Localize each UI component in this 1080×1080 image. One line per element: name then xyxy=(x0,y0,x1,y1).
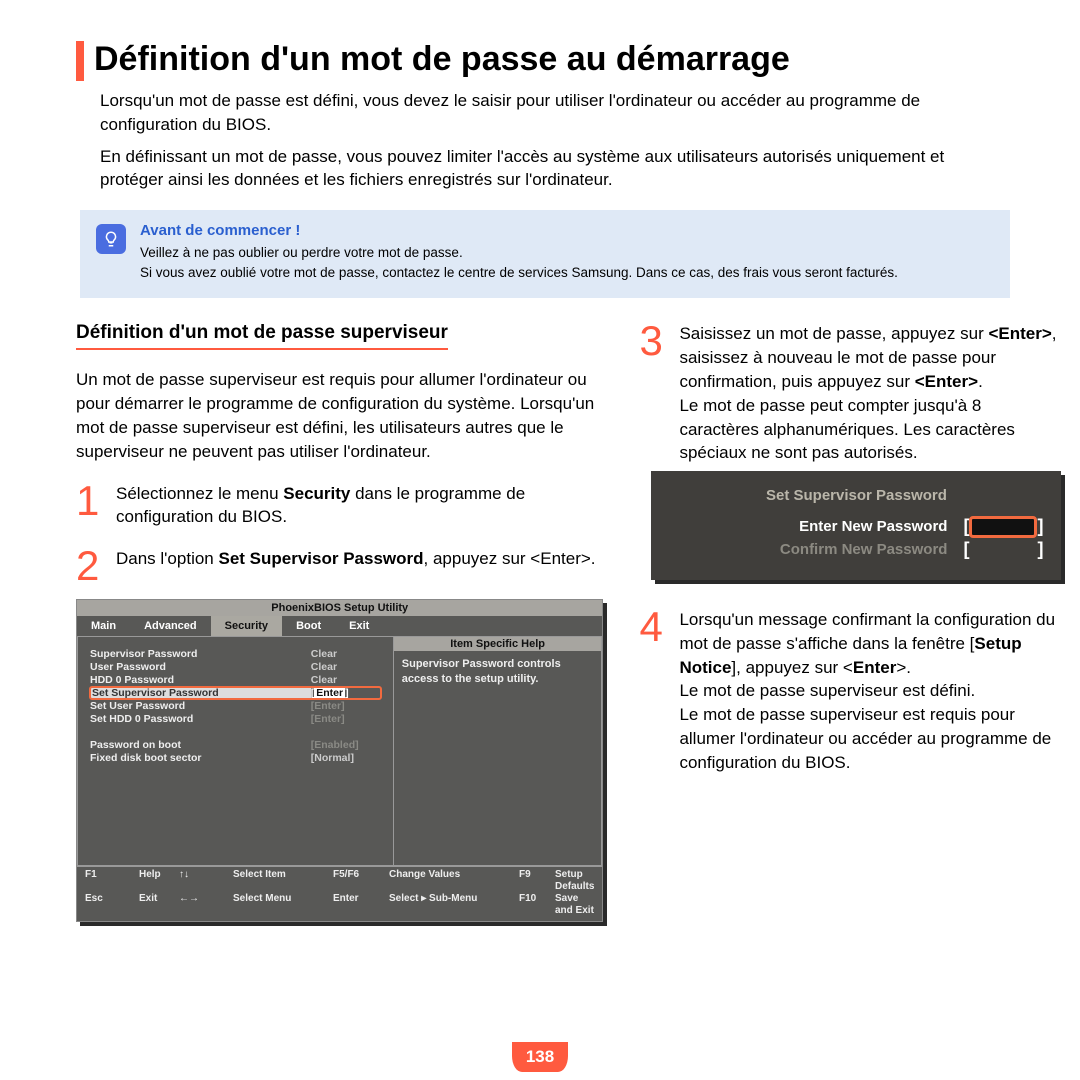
bios-row: Fixed disk boot sector[Normal] xyxy=(90,752,381,764)
step-body: Saisissez un mot de passe, appuyez sur <… xyxy=(679,322,1061,465)
bios-row: User PasswordClear xyxy=(90,661,381,673)
bios-row: Set HDD 0 Password[Enter] xyxy=(90,713,381,725)
set-password-dialog: Set Supervisor Password Enter New Passwo… xyxy=(651,471,1061,580)
step-4: 4 Lorsqu'un message confirmant la config… xyxy=(639,608,1061,775)
step-body: Sélectionnez le menu Security dans le pr… xyxy=(116,482,603,530)
bios-tab-exit: Exit xyxy=(335,616,383,636)
lightbulb-icon xyxy=(96,224,126,254)
step-1: 1 Sélectionnez le menu Security dans le … xyxy=(76,482,603,530)
step-number: 1 xyxy=(76,482,106,530)
bios-tab-boot: Boot xyxy=(282,616,335,636)
dialog-title: Set Supervisor Password xyxy=(669,487,1043,504)
bios-footer: F1Help ↑↓Select Item F5/F6Change Values … xyxy=(77,866,602,921)
bios-left-panel: Supervisor PasswordClear User PasswordCl… xyxy=(77,636,393,866)
step-3: 3 Saisissez un mot de passe, appuyez sur… xyxy=(639,322,1061,465)
step-number: 2 xyxy=(76,547,106,585)
dialog-row-enter: Enter New Password [] xyxy=(669,516,1043,537)
section-intro: Un mot de passe superviseur est requis p… xyxy=(76,368,603,463)
dialog-row-confirm: Confirm New Password [] xyxy=(669,539,1043,560)
step-number: 4 xyxy=(639,608,669,775)
bios-screenshot: PhoenixBIOS Setup Utility Main Advanced … xyxy=(76,599,603,922)
step-body: Lorsqu'un message confirmant la configur… xyxy=(679,608,1061,775)
bios-help-panel: Item Specific Help Supervisor Password c… xyxy=(393,636,603,866)
bios-help-body: Supervisor Password controls access to t… xyxy=(394,651,602,693)
section-title: Définition d'un mot de passe superviseur xyxy=(76,322,448,350)
bios-row: Supervisor PasswordClear xyxy=(90,648,381,660)
bios-row: HDD 0 PasswordClear xyxy=(90,674,381,686)
bios-help-title: Item Specific Help xyxy=(394,637,602,651)
step-2: 2 Dans l'option Set Supervisor Password,… xyxy=(76,547,603,585)
password-field-confirm: [] xyxy=(963,539,1043,560)
page-number-badge: 138 xyxy=(512,1042,568,1072)
bios-row: Set User Password[Enter] xyxy=(90,700,381,712)
bios-tab-advanced: Advanced xyxy=(130,616,211,636)
page-title: Définition d'un mot de passe au démarrag… xyxy=(94,40,790,79)
callout-title: Avant de commencer ! xyxy=(140,222,898,239)
bios-row: Password on boot[Enabled] xyxy=(90,739,381,751)
callout-line-1: Veillez à ne pas oublier ou perdre votre… xyxy=(140,243,898,263)
bios-tabs: Main Advanced Security Boot Exit xyxy=(77,616,602,636)
bios-tab-main: Main xyxy=(77,616,130,636)
bios-tab-security: Security xyxy=(211,616,282,636)
bios-row-highlighted: Set Supervisor Password[Enter] xyxy=(90,687,381,699)
callout-before-starting: Avant de commencer ! Veillez à ne pas ou… xyxy=(80,210,1010,298)
bios-title: PhoenixBIOS Setup Utility xyxy=(77,600,602,616)
accent-bar xyxy=(76,41,84,81)
callout-line-2: Si vous avez oublié votre mot de passe, … xyxy=(140,263,898,283)
step-body: Dans l'option Set Supervisor Password, a… xyxy=(116,547,603,585)
password-field-enter: [] xyxy=(963,516,1043,537)
intro-paragraph-2: En définissant un mot de passe, vous pou… xyxy=(100,145,1010,193)
intro-paragraph-1: Lorsqu'un mot de passe est défini, vous … xyxy=(100,89,1010,137)
step-number: 3 xyxy=(639,322,669,465)
